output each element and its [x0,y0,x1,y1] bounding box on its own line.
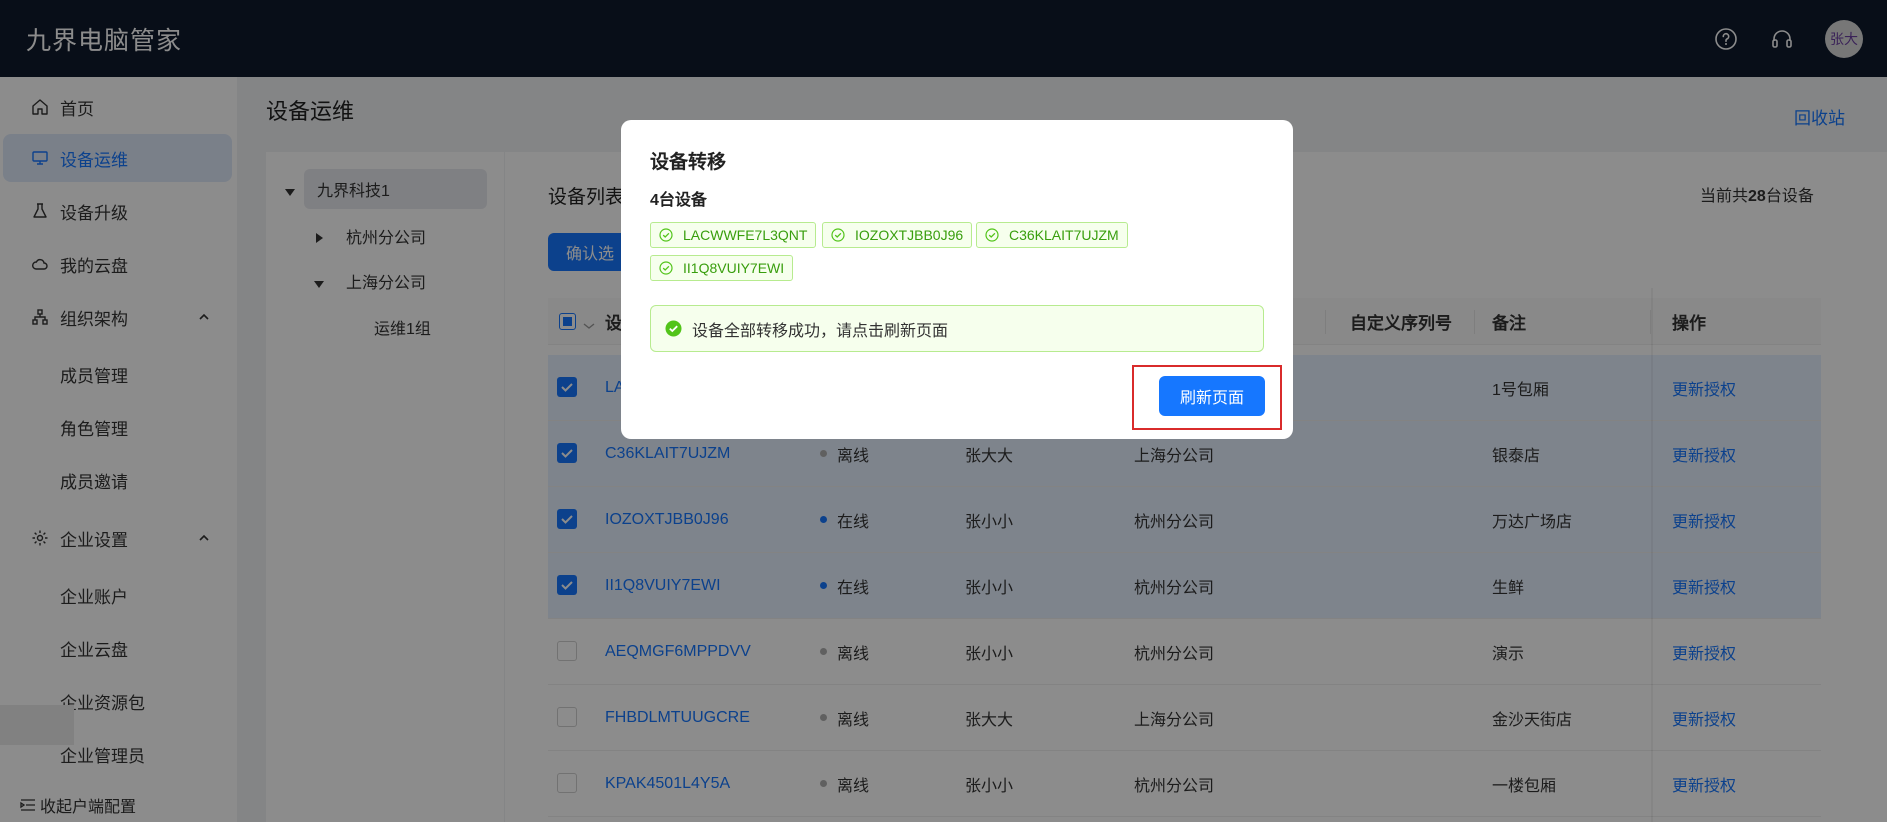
alert-text: 设备全部转移成功，请点击刷新页面 [692,322,949,340]
check-circle-icon [985,228,999,242]
device-tag: II1Q8VUIY7EWI [650,255,794,281]
check-circle-icon [659,261,673,275]
device-tag: IOZOXTJBB0J96 [822,222,973,248]
check-circle-icon [659,228,673,242]
modal-subtitle: 4台设备 [650,192,707,209]
device-transfer-modal: 设备转移 4台设备 LACWWFE7L3QNT IOZOXTJBB0J96 C36K… [621,120,1293,439]
device-tag: LACWWFE7L3QNT [650,222,817,248]
refresh-page-button[interactable]: 刷新页面 [1159,376,1265,416]
success-alert: 设备全部转移成功，请点击刷新页面 [650,305,1264,352]
check-circle-icon [831,228,845,242]
modal-title: 设备转移 [650,152,727,173]
check-circle-icon [665,320,682,337]
device-tag: C36KLAIT7UJZM [976,222,1128,248]
